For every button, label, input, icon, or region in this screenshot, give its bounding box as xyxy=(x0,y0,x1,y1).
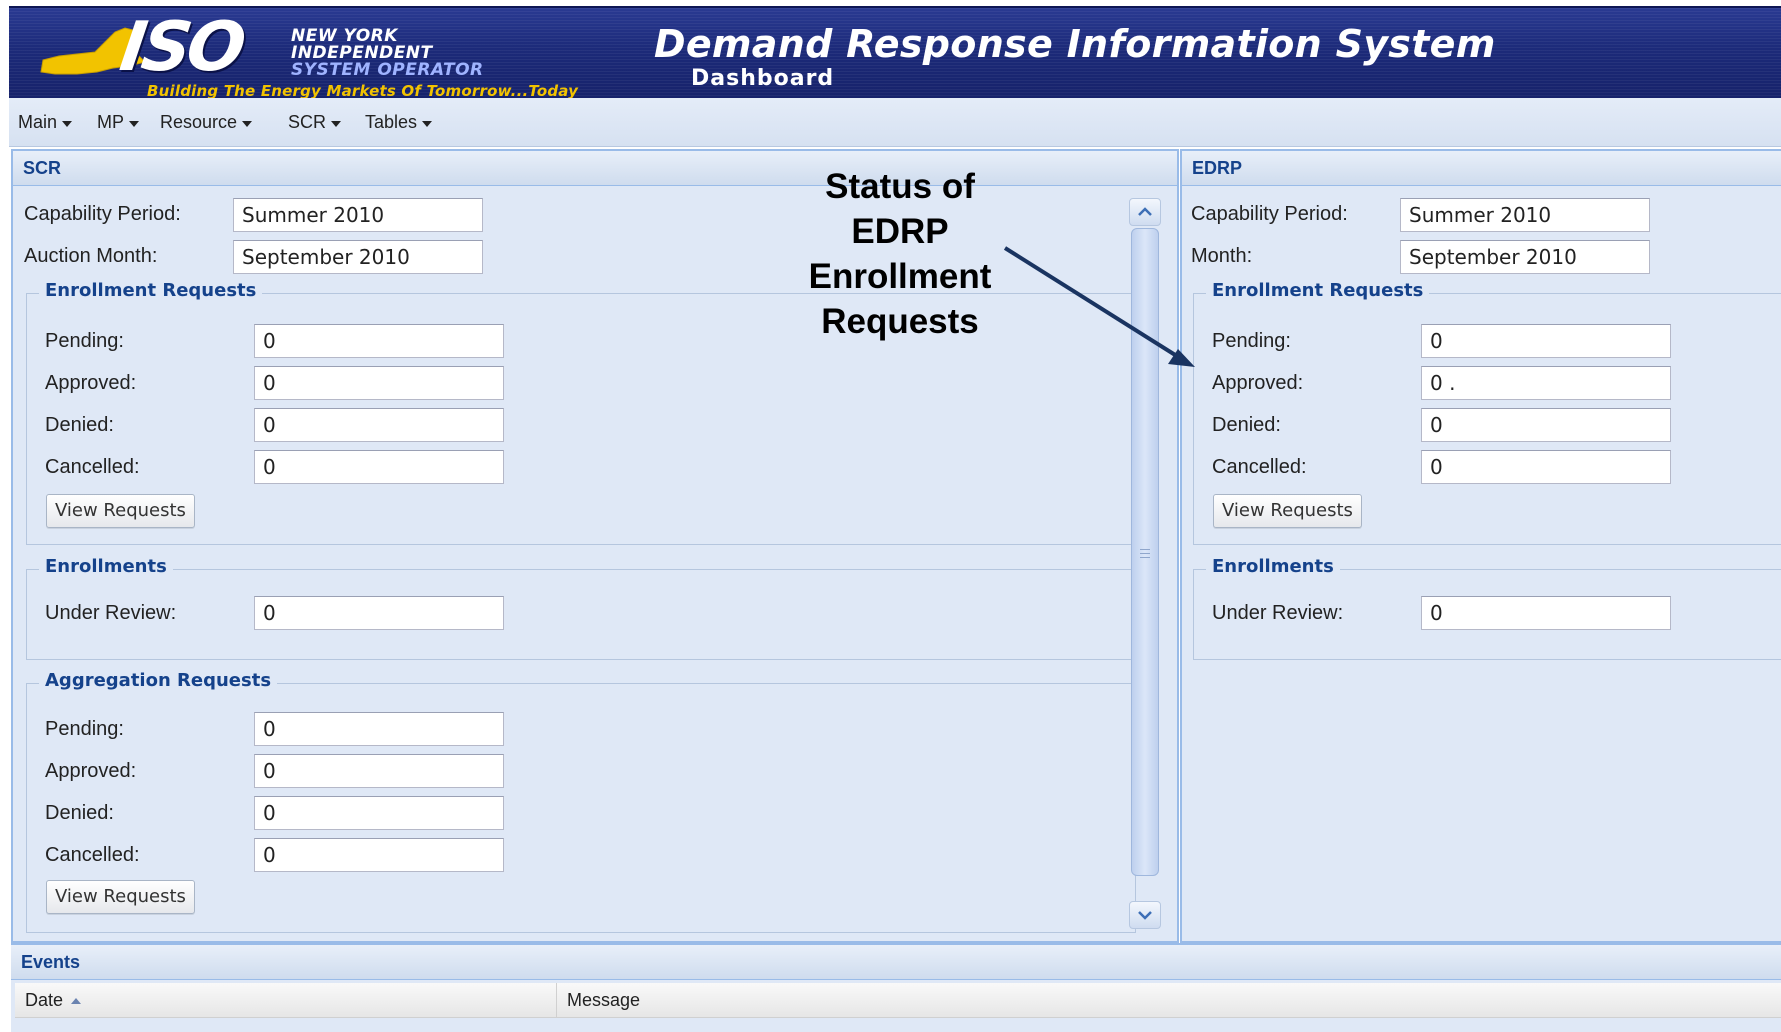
scr-capability-period-field[interactable]: Summer 2010 xyxy=(233,198,483,232)
edrp-enrollments-group: Enrollments Under Review: 0 xyxy=(1193,556,1781,660)
edrp-enrollment-requests-legend: Enrollment Requests xyxy=(1206,280,1430,301)
denied-label: Denied: xyxy=(45,802,114,824)
edrp-panel-title: EDRP xyxy=(1182,151,1781,186)
edrp-view-enrollment-requests-button[interactable]: View Requests xyxy=(1213,494,1362,528)
scr-aggregation-requests-legend: Aggregation Requests xyxy=(39,670,278,691)
sort-ascending-icon xyxy=(71,998,82,1005)
scr-scrollbar[interactable] xyxy=(1125,195,1169,933)
caret-down-icon xyxy=(331,120,342,127)
edrp-enrollment-requests-group: Enrollment Requests Pending: 0 Approved:… xyxy=(1193,280,1781,545)
menu-bar: Main MP Resource SCR Tables xyxy=(9,98,1781,147)
scr-agg-approved-field[interactable]: 0 xyxy=(254,754,504,788)
edrp-enrollments-legend: Enrollments xyxy=(1206,556,1340,577)
events-panel: Events Date Message xyxy=(11,943,1781,1032)
scr-enroll-cancelled-field[interactable]: 0 xyxy=(254,450,504,484)
scr-agg-denied-field[interactable]: 0 xyxy=(254,796,504,830)
logo-text: NEW YORK INDEPENDENT SYSTEM OPERATOR xyxy=(291,26,484,80)
iso-logo: ISO xyxy=(115,8,247,87)
pending-label: Pending: xyxy=(45,330,124,352)
scr-agg-pending-field[interactable]: 0 xyxy=(254,712,504,746)
menu-mp[interactable]: MP xyxy=(97,112,139,133)
scr-enroll-approved-field[interactable]: 0 xyxy=(254,366,504,400)
grip-icon xyxy=(1140,549,1150,561)
edrp-enroll-pending-field[interactable]: 0 xyxy=(1421,324,1671,358)
caret-down-icon xyxy=(422,120,433,127)
app-title: Demand Response Information System xyxy=(654,22,1496,66)
scr-enrollment-requests-legend: Enrollment Requests xyxy=(39,280,263,301)
caret-down-icon xyxy=(62,120,73,127)
denied-label: Denied: xyxy=(1212,414,1281,436)
edrp-panel: EDRP Capability Period: Summer 2010 Mont… xyxy=(1180,149,1781,943)
edrp-month-field[interactable]: September 2010 xyxy=(1400,240,1650,274)
month-label: Month: xyxy=(1191,245,1253,267)
scr-enroll-denied-field[interactable]: 0 xyxy=(254,408,504,442)
pending-label: Pending: xyxy=(45,718,124,740)
menu-tables[interactable]: Tables xyxy=(365,112,433,133)
capability-period-label: Capability Period: xyxy=(24,203,181,225)
scr-enrollments-legend: Enrollments xyxy=(39,556,173,577)
under-review-label: Under Review: xyxy=(45,602,177,624)
menu-main[interactable]: Main xyxy=(18,112,73,133)
column-header-date[interactable]: Date xyxy=(15,983,557,1017)
scroll-up-button[interactable] xyxy=(1129,198,1161,226)
edrp-under-review-field[interactable]: 0 xyxy=(1421,596,1671,630)
scr-aggregation-requests-group: Aggregation Requests Pending: 0 Approved… xyxy=(26,670,1136,933)
cancelled-label: Cancelled: xyxy=(45,456,140,478)
under-review-label: Under Review: xyxy=(1212,602,1344,624)
caret-down-icon xyxy=(129,120,139,127)
approved-label: Approved: xyxy=(45,372,137,394)
auction-month-label: Auction Month: xyxy=(24,245,158,267)
app-window: ISO NEW YORK INDEPENDENT SYSTEM OPERATOR… xyxy=(0,0,1781,1032)
scr-enroll-pending-field[interactable]: 0 xyxy=(254,324,504,358)
cancelled-label: Cancelled: xyxy=(45,844,140,866)
capability-period-label: Capability Period: xyxy=(1191,203,1348,225)
approved-label: Approved: xyxy=(1212,372,1304,394)
chevron-down-icon xyxy=(1138,911,1152,920)
pending-label: Pending: xyxy=(1212,330,1291,352)
annotation-callout: Status of EDRP Enrollment Requests xyxy=(808,167,992,341)
chevron-up-icon xyxy=(1138,207,1152,216)
menu-resource[interactable]: Resource xyxy=(160,112,253,133)
scr-view-enrollment-requests-button[interactable]: View Requests xyxy=(46,494,195,528)
menu-scr[interactable]: SCR xyxy=(288,112,342,133)
edrp-enroll-cancelled-field[interactable]: 0 xyxy=(1421,450,1671,484)
events-grid-header: Date Message xyxy=(15,983,1781,1018)
edrp-enroll-denied-field[interactable]: 0 xyxy=(1421,408,1671,442)
denied-label: Denied: xyxy=(45,414,114,436)
column-header-message[interactable]: Message xyxy=(557,983,1781,1017)
scr-view-aggregation-requests-button[interactable]: View Requests xyxy=(46,880,195,914)
events-panel-title: Events xyxy=(11,945,1781,980)
edrp-capability-period-field[interactable]: Summer 2010 xyxy=(1400,198,1650,232)
page-title: Dashboard xyxy=(691,66,835,91)
caret-down-icon xyxy=(242,120,253,127)
scr-auction-month-field[interactable]: September 2010 xyxy=(233,240,483,274)
scr-agg-cancelled-field[interactable]: 0 xyxy=(254,838,504,872)
approved-label: Approved: xyxy=(45,760,137,782)
header-banner: ISO NEW YORK INDEPENDENT SYSTEM OPERATOR… xyxy=(9,6,1781,100)
scroll-thumb[interactable] xyxy=(1131,228,1159,876)
scroll-down-button[interactable] xyxy=(1129,901,1161,929)
scr-enrollments-group: Enrollments Under Review: 0 xyxy=(26,556,1136,660)
scr-under-review-field[interactable]: 0 xyxy=(254,596,504,630)
edrp-enroll-approved-field[interactable]: 0 . xyxy=(1421,366,1671,400)
cancelled-label: Cancelled: xyxy=(1212,456,1307,478)
